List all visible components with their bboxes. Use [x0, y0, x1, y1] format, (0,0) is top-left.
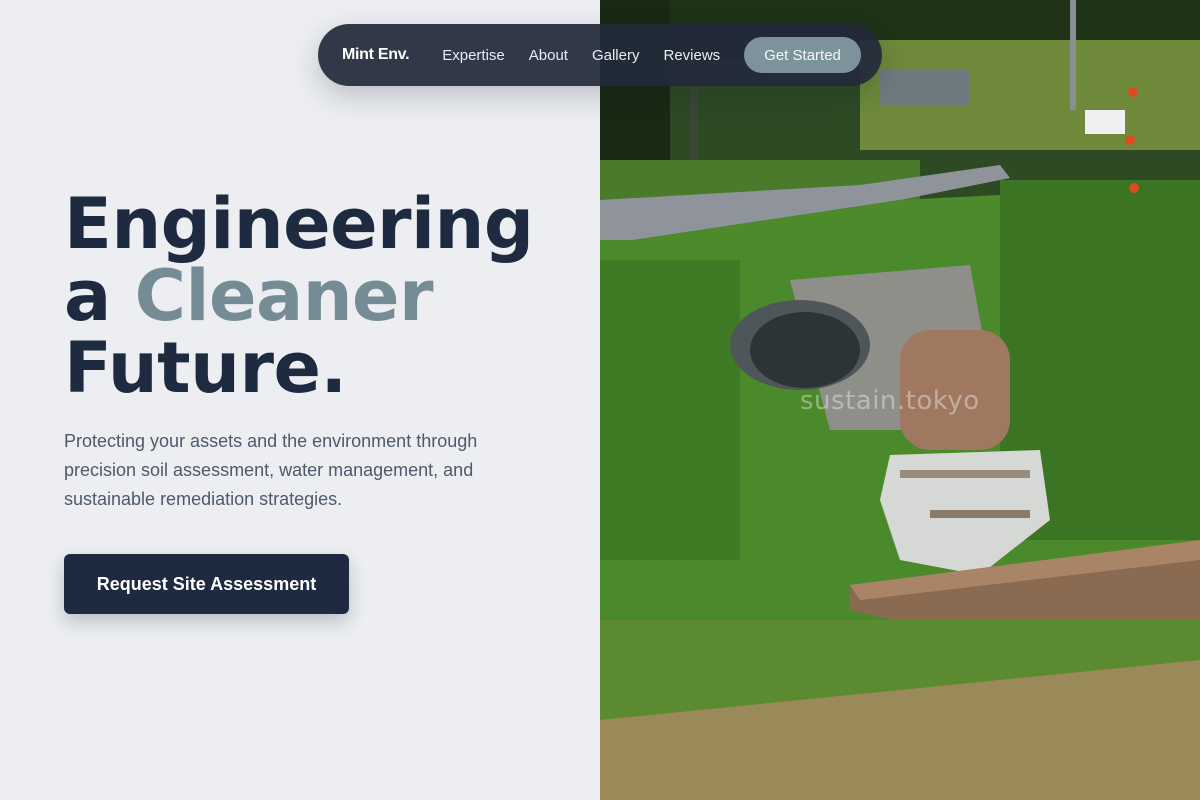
hero-headline: Engineering a Cleaner Future.: [64, 188, 534, 404]
get-started-button[interactable]: Get Started: [744, 37, 861, 73]
hero-image: sustain.tokyo: [600, 0, 1200, 800]
nav-link-gallery[interactable]: Gallery: [592, 47, 640, 64]
headline-line-3: Future.: [64, 327, 347, 409]
headline-line-2: a Cleaner: [64, 260, 534, 332]
nav-link-about[interactable]: About: [529, 47, 568, 64]
nav-link-reviews[interactable]: Reviews: [663, 47, 720, 64]
nav-link-expertise[interactable]: Expertise: [442, 47, 505, 64]
headline-line-1: Engineering: [64, 183, 534, 265]
headline-line-2-prefix: a: [64, 255, 135, 337]
top-navigation: Mint Env. Expertise About Gallery Review…: [318, 24, 882, 86]
brand-logo[interactable]: Mint Env.: [342, 46, 410, 64]
hero-left-panel: Engineering a Cleaner Future. Protecting…: [0, 0, 600, 800]
hero-subtitle: Protecting your assets and the environme…: [64, 431, 478, 509]
request-site-assessment-button[interactable]: Request Site Assessment: [64, 554, 349, 614]
image-watermark: sustain.tokyo: [800, 386, 980, 416]
headline-accent-word: Cleaner: [134, 255, 434, 337]
